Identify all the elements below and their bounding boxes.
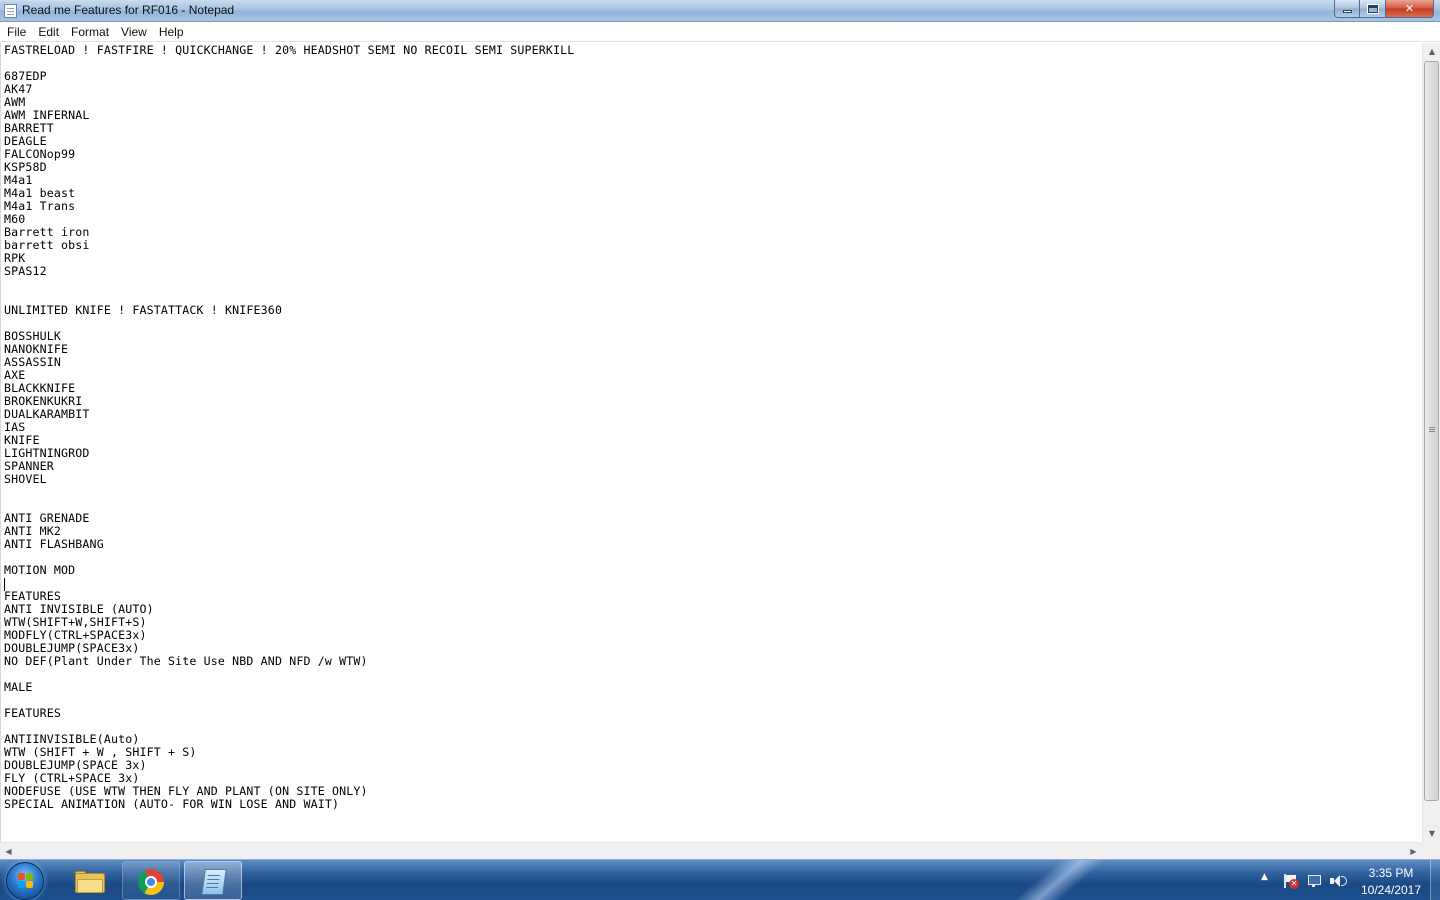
- text-line[interactable]: LIGHTNINGROD: [4, 447, 574, 460]
- text-line[interactable]: [4, 551, 574, 564]
- volume-icon[interactable]: [1330, 874, 1348, 888]
- menu-file[interactable]: File: [2, 23, 31, 41]
- taskbar: ▲ ✕ 3:35 PM 10/24/2017: [0, 859, 1440, 900]
- clock-time[interactable]: 3:35 PM: [1358, 866, 1424, 880]
- text-line[interactable]: ASSASSIN: [4, 356, 574, 369]
- maximize-icon: [1366, 3, 1379, 14]
- text-line[interactable]: AXE: [4, 369, 574, 382]
- text-line[interactable]: [4, 317, 574, 330]
- menu-help[interactable]: Help: [154, 23, 189, 41]
- text-line[interactable]: MALE: [4, 681, 574, 694]
- text-line[interactable]: SPANNER: [4, 460, 574, 473]
- text-line[interactable]: NANOKNIFE: [4, 343, 574, 356]
- text-line[interactable]: [4, 694, 574, 707]
- minimize-button[interactable]: [1334, 0, 1360, 18]
- text-line[interactable]: SPECIAL ANIMATION (AUTO- FOR WIN LOSE AN…: [4, 798, 574, 811]
- menu-view[interactable]: View: [116, 23, 152, 41]
- text-line[interactable]: [4, 668, 574, 681]
- notepad-app-icon[interactable]: [4, 4, 17, 18]
- text-line[interactable]: [4, 486, 574, 499]
- minimize-icon: [1342, 10, 1352, 13]
- clock-date[interactable]: 10/24/2017: [1354, 883, 1428, 897]
- text-line[interactable]: ANTI FLASHBANG: [4, 538, 574, 551]
- text-line[interactable]: DEAGLE: [4, 135, 574, 148]
- taskbar-windows-explorer[interactable]: [60, 861, 118, 900]
- text-caret: [4, 578, 5, 591]
- window-title: Read me Features for RF016 - Notepad: [22, 3, 235, 17]
- text-line[interactable]: ANTI GRENADE: [4, 512, 574, 525]
- title-bar[interactable]: Read me Features for RF016 - Notepad ✕: [0, 0, 1440, 22]
- menu-edit[interactable]: Edit: [33, 23, 64, 41]
- scroll-left-arrow-icon[interactable]: ◀: [0, 843, 17, 860]
- horizontal-scrollbar[interactable]: ◀ ▶: [0, 842, 1422, 859]
- text-line[interactable]: UNLIMITED KNIFE ! FASTATTACK ! KNIFE360: [4, 304, 574, 317]
- text-line[interactable]: BLACKKNIFE: [4, 382, 574, 395]
- text-line[interactable]: M4a1 Trans: [4, 200, 574, 213]
- vertical-scroll-thumb[interactable]: [1424, 61, 1439, 801]
- grip-icon: [1429, 427, 1435, 428]
- text-line[interactable]: [4, 57, 574, 70]
- vertical-scrollbar[interactable]: ▲ ▼: [1422, 43, 1440, 842]
- text-line[interactable]: BOSSHULK: [4, 330, 574, 343]
- folder-icon: [75, 871, 105, 893]
- scroll-right-arrow-icon[interactable]: ▶: [1405, 843, 1422, 860]
- text-line[interactable]: RPK: [4, 252, 574, 265]
- text-editor[interactable]: FASTRELOAD ! FASTFIRE ! QUICKCHANGE ! 20…: [0, 43, 1422, 842]
- maximize-button[interactable]: [1360, 0, 1386, 18]
- scroll-up-arrow-icon[interactable]: ▲: [1423, 43, 1440, 60]
- text-line[interactable]: NO DEF(Plant Under The Site Use NBD AND …: [4, 655, 574, 668]
- text-line[interactable]: AK47: [4, 83, 574, 96]
- size-grip[interactable]: [1422, 842, 1440, 859]
- text-line[interactable]: FEATURES: [4, 707, 574, 720]
- text-line[interactable]: barrett obsi: [4, 239, 574, 252]
- chrome-icon: [138, 869, 164, 895]
- text-line[interactable]: MOTION MOD: [4, 564, 574, 577]
- text-line[interactable]: SHOVEL: [4, 473, 574, 486]
- network-icon[interactable]: [1308, 875, 1323, 887]
- text-line[interactable]: [4, 278, 574, 291]
- text-line[interactable]: 687EDP: [4, 70, 574, 83]
- text-line[interactable]: SPAS12: [4, 265, 574, 278]
- notepad-icon: [201, 869, 227, 895]
- scroll-down-arrow-icon[interactable]: ▼: [1423, 825, 1440, 842]
- text-line[interactable]: FALCONop99: [4, 148, 574, 161]
- text-line[interactable]: M4a1: [4, 174, 574, 187]
- text-line[interactable]: DUALKARAMBIT: [4, 408, 574, 421]
- text-line[interactable]: BARRETT: [4, 122, 574, 135]
- windows-logo-icon: [18, 873, 34, 889]
- text-line[interactable]: FASTRELOAD ! FASTFIRE ! QUICKCHANGE ! 20…: [4, 44, 574, 57]
- text-line[interactable]: IAS: [4, 421, 574, 434]
- document-text[interactable]: FASTRELOAD ! FASTFIRE ! QUICKCHANGE ! 20…: [4, 44, 574, 811]
- taskbar-notepad[interactable]: [184, 861, 242, 900]
- action-center-flag-icon[interactable]: ✕: [1284, 874, 1299, 889]
- start-button[interactable]: [6, 862, 44, 900]
- menu-bar: File Edit Format View Help: [0, 22, 1440, 42]
- text-line[interactable]: KSP58D: [4, 161, 574, 174]
- taskbar-google-chrome[interactable]: [122, 861, 180, 900]
- close-button[interactable]: ✕: [1386, 0, 1434, 18]
- show-desktop-button[interactable]: [1430, 860, 1440, 900]
- show-hidden-icons-chevron[interactable]: ▲: [1261, 872, 1271, 884]
- taskbar-glare: [1002, 860, 1118, 900]
- menu-format[interactable]: Format: [66, 23, 114, 41]
- text-line[interactable]: M4a1 beast: [4, 187, 574, 200]
- text-line[interactable]: [4, 577, 574, 590]
- close-icon: ✕: [1404, 2, 1415, 15]
- text-line[interactable]: AWM INFERNAL: [4, 109, 574, 122]
